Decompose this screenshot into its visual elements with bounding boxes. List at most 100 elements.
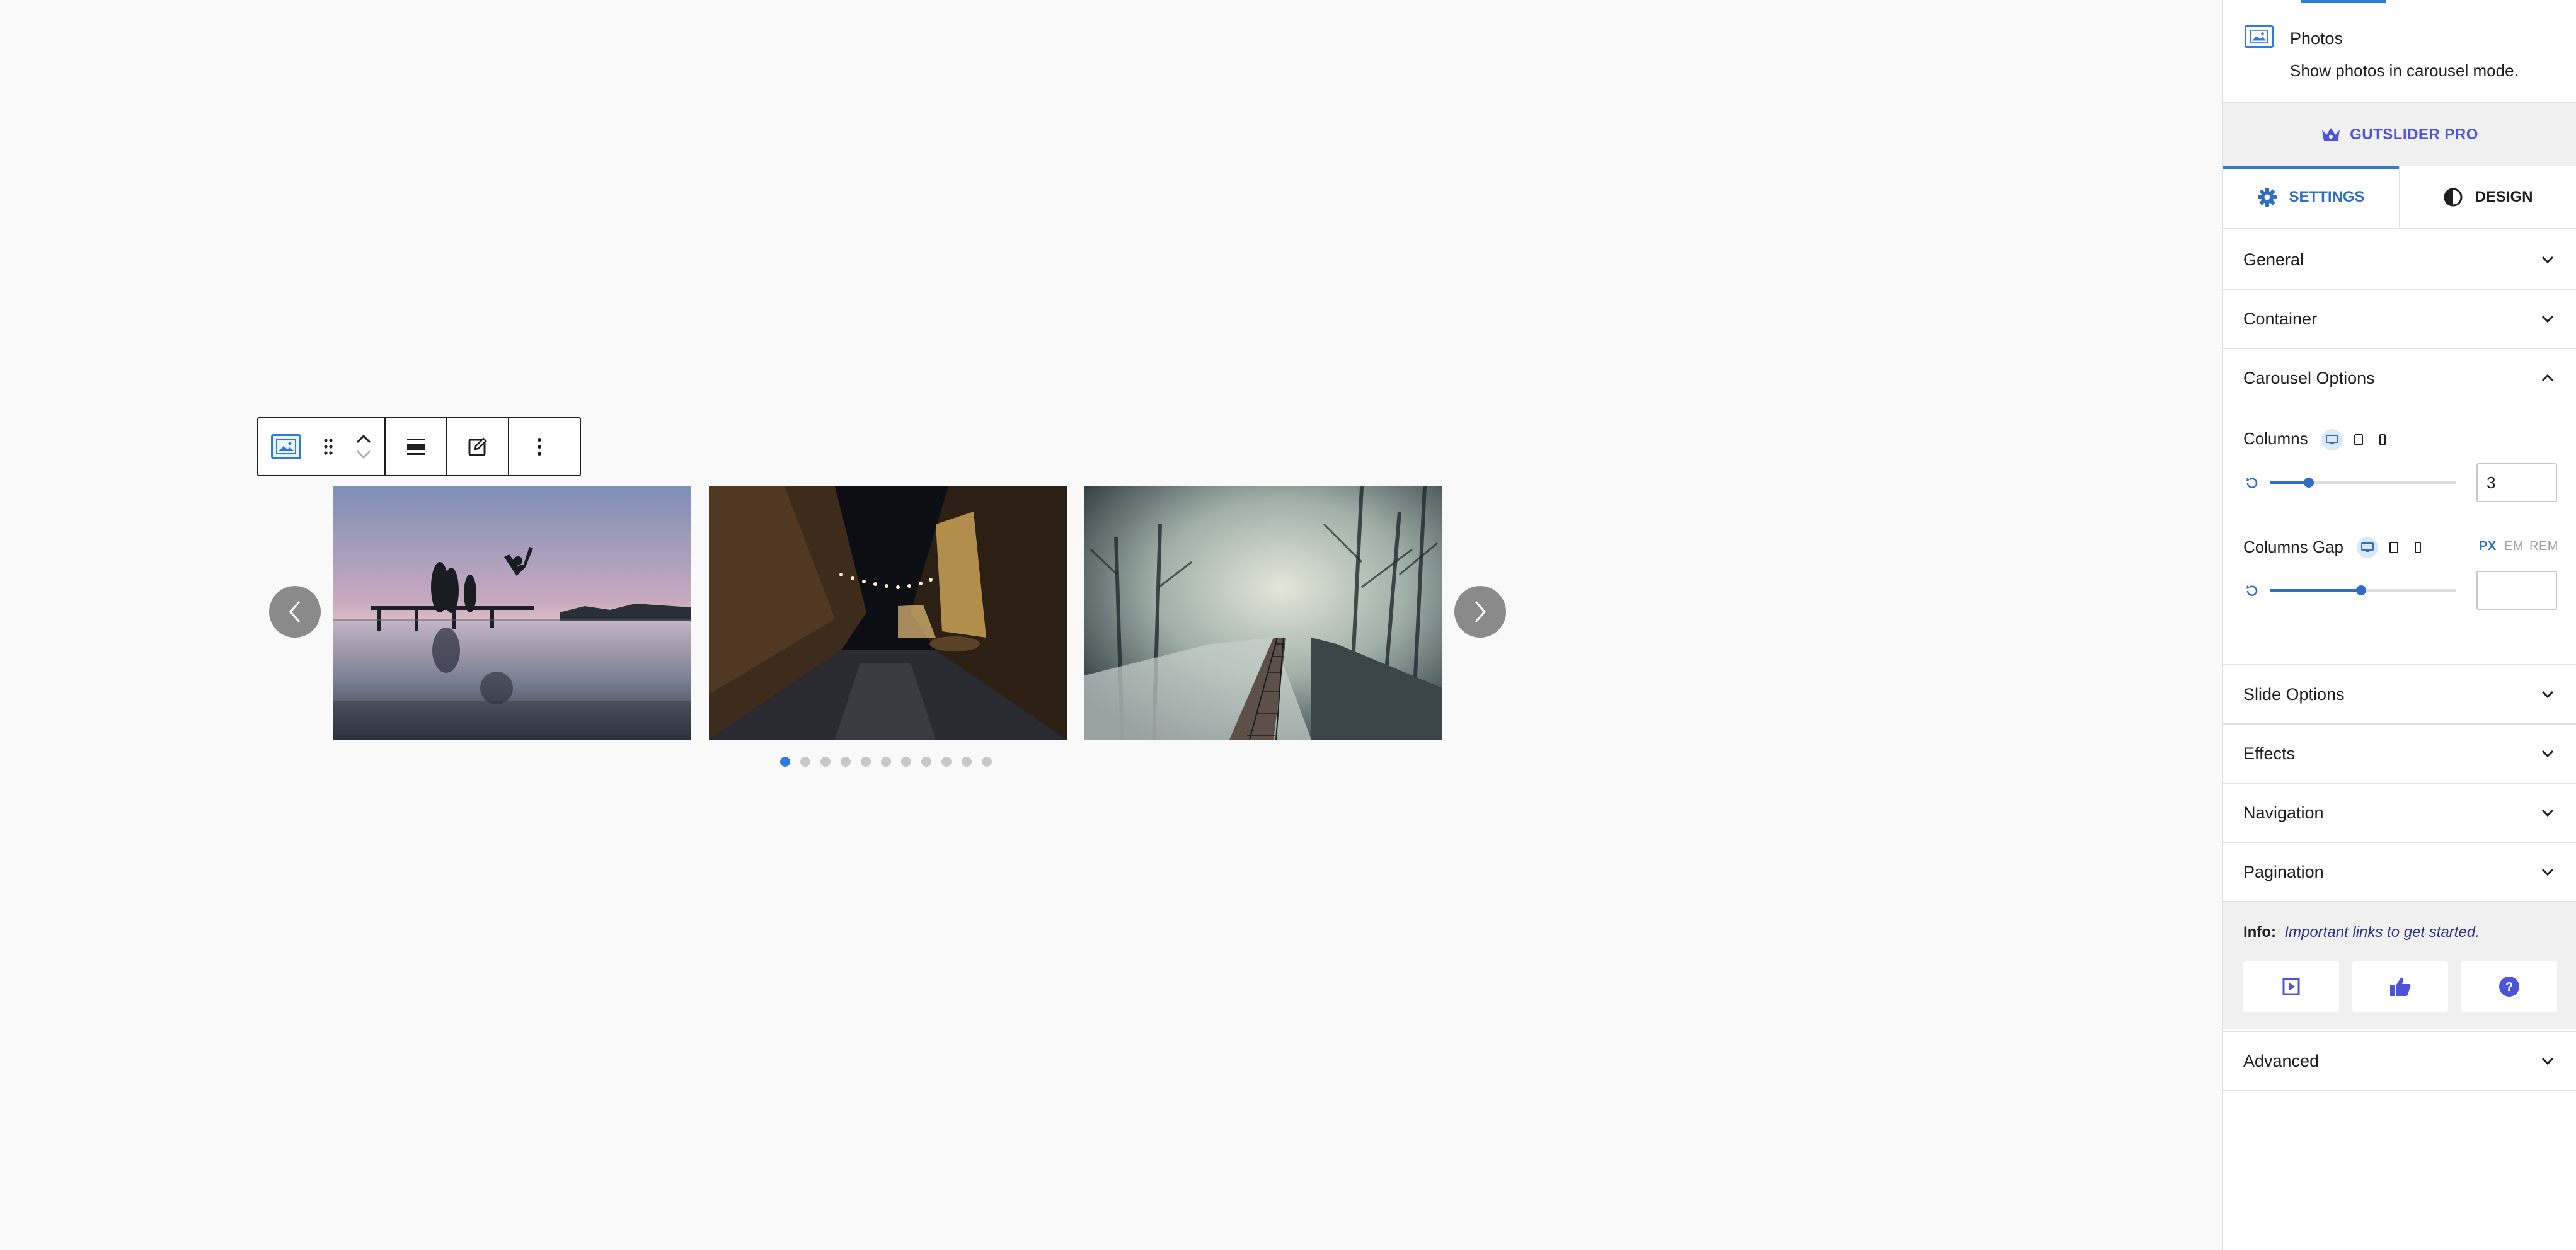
panel-pagination-toggle[interactable]: Pagination xyxy=(2223,843,2576,901)
panel-carousel-options-toggle[interactable]: Carousel Options xyxy=(2223,349,2576,407)
gutslider-pro-banner[interactable]: GUTSLIDER PRO xyxy=(2223,103,2576,166)
panel-advanced-title: Advanced xyxy=(2243,1051,2320,1070)
align-wide-icon[interactable] xyxy=(386,418,446,475)
panel-slide-options-toggle[interactable]: Slide Options xyxy=(2223,665,2576,723)
pagination-dot[interactable] xyxy=(901,757,911,767)
tab-design-label: DESIGN xyxy=(2475,188,2533,205)
desktop-device-icon[interactable] xyxy=(2321,429,2343,450)
panel-navigation-toggle[interactable]: Navigation xyxy=(2223,784,2576,842)
rate-plugin-button[interactable] xyxy=(2352,961,2448,1012)
panel-effects-title: Effects xyxy=(2243,743,2296,763)
panel-general: General xyxy=(2223,231,2576,290)
chevron-up-icon xyxy=(2541,374,2554,382)
desktop-device-icon[interactable] xyxy=(2357,537,2378,558)
unit-em[interactable]: EM xyxy=(2504,539,2524,554)
foggy-railway-photo xyxy=(1084,486,1442,740)
info-message: Important links to get started. xyxy=(2284,924,2480,941)
more-options-icon[interactable] xyxy=(509,418,570,475)
toolbar-block-group xyxy=(258,418,386,475)
help-question-icon: ? xyxy=(2499,977,2519,997)
block-title: Photos xyxy=(2290,29,2343,48)
chevron-down-icon xyxy=(2541,809,2554,817)
mobile-device-icon[interactable] xyxy=(2410,537,2426,558)
panel-carousel-options: Carousel Options xyxy=(2223,349,2576,665)
columns-gap-slider-fill xyxy=(2270,589,2361,592)
pagination-dot[interactable] xyxy=(941,757,952,767)
chevron-down-icon xyxy=(2541,750,2554,758)
carousel-prev-button[interactable] xyxy=(269,586,321,638)
columns-slider-fill xyxy=(2270,481,2309,484)
pagination-dot[interactable] xyxy=(820,757,831,767)
columns-gap-number-input[interactable] xyxy=(2476,571,2557,610)
panel-advanced-toggle[interactable]: Advanced xyxy=(2223,1032,2576,1090)
columns-gap-slider-thumb[interactable] xyxy=(2356,585,2366,595)
panel-pagination-title: Pagination xyxy=(2243,862,2324,881)
half-circle-icon xyxy=(2444,188,2463,207)
panel-effects-toggle[interactable]: Effects xyxy=(2223,725,2576,783)
settings-sidebar: Photos Show photos in carousel mode. GUT… xyxy=(2222,0,2576,1250)
drag-handle-icon[interactable] xyxy=(314,418,343,475)
gear-icon xyxy=(2258,188,2277,207)
chevron-down-icon xyxy=(2541,256,2554,264)
pagination-dot[interactable] xyxy=(861,757,871,767)
chevron-right-icon xyxy=(1475,601,1486,622)
tab-settings-label: SETTINGS xyxy=(2289,188,2365,205)
columns-number-input[interactable] xyxy=(2476,463,2557,502)
unit-px[interactable]: PX xyxy=(2479,539,2497,554)
carousel-block-icon xyxy=(2245,25,2274,48)
panel-slide-options: Slide Options xyxy=(2223,665,2576,725)
info-label: Info: xyxy=(2243,924,2276,941)
panel-carousel-options-title: Carousel Options xyxy=(2243,368,2375,387)
panel-navigation: Navigation xyxy=(2223,784,2576,843)
pagination-dot[interactable] xyxy=(921,757,931,767)
carousel-block-icon[interactable] xyxy=(258,418,314,475)
tablet-device-icon[interactable] xyxy=(2384,537,2403,558)
panel-effects: Effects xyxy=(2223,725,2576,784)
chevron-down-icon xyxy=(2541,691,2554,699)
toolbar-edit-group xyxy=(447,418,509,475)
thumbs-up-icon xyxy=(2390,977,2411,996)
night-street-photo xyxy=(709,486,1067,740)
move-buttons xyxy=(343,418,384,475)
reset-icon[interactable] xyxy=(2245,583,2260,599)
panel-slide-options-title: Slide Options xyxy=(2243,684,2345,704)
panel-general-toggle[interactable]: General xyxy=(2223,231,2576,289)
pagination-dot[interactable] xyxy=(962,757,972,767)
carousel-next-button[interactable] xyxy=(1454,586,1506,638)
pagination-dot[interactable] xyxy=(881,757,891,767)
move-down-icon[interactable] xyxy=(355,449,372,459)
columns-slider-thumb[interactable] xyxy=(2304,478,2314,488)
panel-container-title: Container xyxy=(2243,309,2318,328)
move-up-icon[interactable] xyxy=(355,434,372,444)
panel-general-title: General xyxy=(2243,249,2304,269)
chevron-down-icon xyxy=(2541,868,2554,876)
reset-icon[interactable] xyxy=(2245,476,2260,491)
panel-pagination: Pagination xyxy=(2223,843,2576,902)
mobile-device-icon[interactable] xyxy=(2374,429,2391,450)
help-button[interactable]: ? xyxy=(2461,961,2557,1012)
chevron-left-icon xyxy=(289,601,301,622)
edit-icon[interactable] xyxy=(447,418,508,475)
pagination-dot[interactable] xyxy=(982,757,992,767)
video-tutorial-button[interactable] xyxy=(2243,961,2339,1012)
columns-gap-label: Columns Gap xyxy=(2243,537,2343,556)
pagination-dot[interactable] xyxy=(800,757,810,767)
tab-settings[interactable]: SETTINGS xyxy=(2223,166,2399,228)
crown-icon xyxy=(2322,128,2340,141)
panel-container-toggle[interactable]: Container xyxy=(2223,290,2576,348)
panel-container: Container xyxy=(2223,290,2576,349)
info-text: Info: Important links to get started. xyxy=(2243,924,2480,941)
tablet-device-icon[interactable] xyxy=(2349,429,2368,450)
block-card: Photos Show photos in carousel mode. xyxy=(2223,0,2576,103)
pro-banner-label: GUTSLIDER PRO xyxy=(2350,126,2478,143)
pagination-dot[interactable] xyxy=(841,757,851,767)
video-play-icon xyxy=(2282,978,2300,995)
toolbar-align-group xyxy=(386,418,447,475)
toolbar-more-group xyxy=(509,418,570,475)
tab-design[interactable]: DESIGN xyxy=(2399,166,2576,228)
pagination-dot[interactable] xyxy=(780,757,790,767)
chevron-down-icon xyxy=(2541,1057,2554,1065)
sidebar-tabs: SETTINGS DESIGN xyxy=(2223,166,2576,229)
unit-rem[interactable]: REM xyxy=(2529,539,2558,554)
svg-text:?: ? xyxy=(2505,980,2513,994)
